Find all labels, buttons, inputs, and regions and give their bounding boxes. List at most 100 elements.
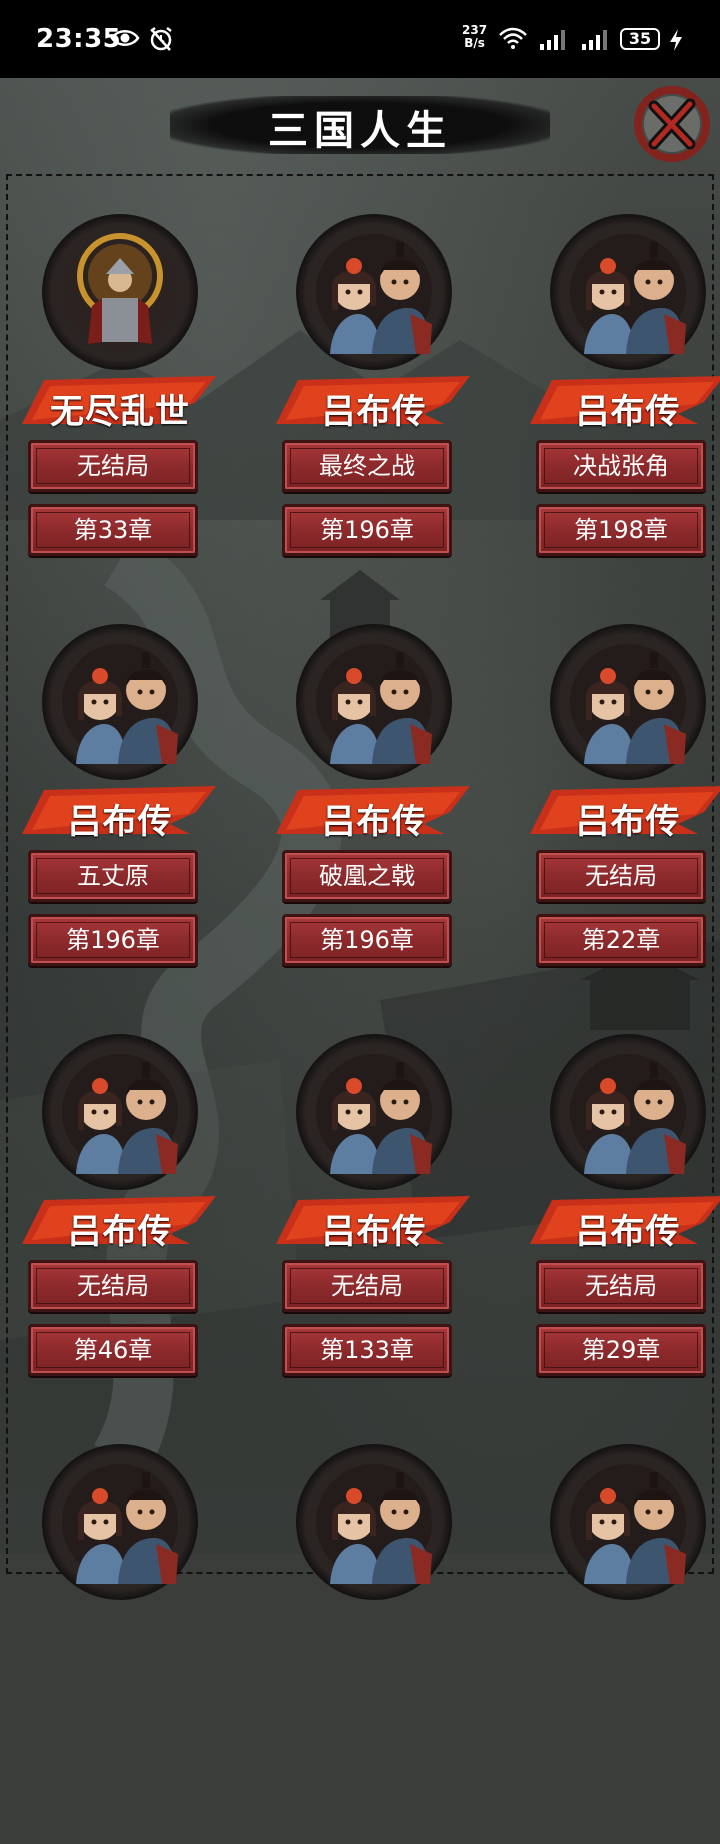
ending-label: 决战张角	[573, 452, 669, 480]
chapter-label: 第133章	[320, 1336, 414, 1364]
chapter-button[interactable]: 第196章	[28, 914, 198, 966]
ending-button[interactable]: 破凰之戟	[282, 850, 452, 902]
chapter-label: 第33章	[73, 516, 153, 544]
armored-general-portrait-icon	[62, 233, 178, 350]
header: 三国人生	[0, 78, 720, 168]
story-title-banner: 吕布传	[274, 1194, 474, 1252]
chapter-label: 第46章	[73, 1336, 153, 1364]
character-portrait	[296, 624, 452, 780]
wifi-icon	[499, 27, 527, 49]
page-title: 三国人生	[268, 108, 452, 154]
story-card[interactable]: 吕布传五丈原第196章	[20, 624, 220, 1024]
battery-level: 35	[620, 28, 660, 50]
ending-button[interactable]: 无结局	[28, 1260, 198, 1312]
ending-button[interactable]: 无结局	[536, 1260, 706, 1312]
chapter-button[interactable]: 第29章	[536, 1324, 706, 1376]
story-title: 吕布传	[321, 802, 427, 842]
couple-portrait-icon	[570, 644, 686, 764]
couple-portrait-icon	[570, 234, 686, 354]
close-button[interactable]	[624, 82, 716, 164]
ending-button[interactable]: 无结局	[282, 1260, 452, 1312]
chapter-button[interactable]: 第196章	[282, 914, 452, 966]
status-bar: 23:35 237 B/s 35	[0, 0, 720, 78]
ending-button[interactable]: 决战张角	[536, 440, 706, 492]
story-title-banner: 无尽乱世	[20, 374, 220, 432]
couple-portrait-icon	[62, 1054, 178, 1174]
character-portrait	[550, 624, 706, 780]
character-portrait	[550, 1034, 706, 1190]
character-portrait	[42, 1034, 198, 1190]
ending-button[interactable]: 五丈原	[28, 850, 198, 902]
signal-icon-2	[582, 30, 607, 50]
chapter-button[interactable]: 第22章	[536, 914, 706, 966]
story-title-banner: 吕布传	[274, 784, 474, 842]
character-portrait	[296, 1034, 452, 1190]
story-card[interactable]: 吕布传最终之战第196章	[274, 214, 474, 614]
story-grid: 无尽乱世 无结局 第33章 吕布传 最终之战 第196章 吕布传 决战张角 第198章 吕布传 五丈…	[6, 174, 720, 1600]
story-card[interactable]: 吕布传无结局第46章	[20, 1034, 220, 1434]
network-speed: 237 B/s	[462, 24, 487, 50]
chapter-label: 第196章	[320, 516, 414, 544]
chapter-button[interactable]: 第33章	[28, 504, 198, 556]
ending-label: 最终之战	[319, 452, 415, 480]
story-title-banner: 吕布传	[528, 374, 720, 432]
ending-button[interactable]: 无结局	[536, 850, 706, 902]
couple-portrait-icon	[62, 644, 178, 764]
story-card[interactable]	[274, 1444, 474, 1844]
ending-label: 无结局	[585, 1272, 657, 1300]
network-speed-unit: B/s	[464, 36, 485, 50]
story-title: 吕布传	[575, 1212, 681, 1252]
chapter-button[interactable]: 第196章	[282, 504, 452, 556]
signal-icon	[540, 30, 565, 50]
couple-portrait-icon	[570, 1464, 686, 1584]
story-title: 吕布传	[67, 802, 173, 842]
chapter-label: 第196章	[320, 926, 414, 954]
couple-portrait-icon	[316, 1054, 432, 1174]
couple-portrait-icon	[316, 234, 432, 354]
story-card[interactable]: 吕布传无结局第133章	[274, 1034, 474, 1434]
chapter-button[interactable]: 第46章	[28, 1324, 198, 1376]
story-title: 吕布传	[321, 392, 427, 432]
couple-portrait-icon	[62, 1464, 178, 1584]
chapter-label: 第22章	[581, 926, 661, 954]
couple-portrait-icon	[316, 644, 432, 764]
ending-button[interactable]: 最终之战	[282, 440, 452, 492]
character-portrait	[42, 1444, 198, 1600]
character-portrait	[550, 1444, 706, 1600]
story-card[interactable]: 无尽乱世无结局第33章	[20, 214, 220, 614]
ending-label: 无结局	[77, 1272, 149, 1300]
story-title-banner: 吕布传	[274, 374, 474, 432]
character-portrait	[42, 214, 198, 370]
couple-portrait-icon	[570, 1054, 686, 1174]
story-title-banner: 吕布传	[528, 1194, 720, 1252]
chapter-label: 第29章	[581, 1336, 661, 1364]
story-title: 吕布传	[321, 1212, 427, 1252]
alarm-off-icon	[150, 27, 172, 51]
ending-label: 五丈原	[77, 862, 149, 890]
ending-label: 破凰之戟	[319, 862, 415, 890]
character-portrait	[42, 624, 198, 780]
story-card[interactable]: 吕布传无结局第22章	[528, 624, 720, 1024]
couple-portrait-icon	[316, 1464, 432, 1584]
story-title: 无尽乱世	[50, 392, 190, 432]
story-title: 吕布传	[575, 392, 681, 432]
ending-button[interactable]: 无结局	[28, 440, 198, 492]
story-title-banner: 吕布传	[20, 784, 220, 842]
chapter-label: 第196章	[66, 926, 160, 954]
character-portrait	[550, 214, 706, 370]
story-card[interactable]: 吕布传无结局第29章	[528, 1034, 720, 1434]
status-time: 23:35	[36, 24, 122, 54]
chapter-button[interactable]: 第198章	[536, 504, 706, 556]
story-card[interactable]	[528, 1444, 720, 1844]
story-card[interactable]: 吕布传决战张角第198章	[528, 214, 720, 614]
chapter-button[interactable]: 第133章	[282, 1324, 452, 1376]
ending-label: 无结局	[585, 862, 657, 890]
character-portrait	[296, 214, 452, 370]
story-title-banner: 吕布传	[20, 1194, 220, 1252]
charging-icon	[670, 29, 682, 51]
story-card[interactable]: 吕布传破凰之戟第196章	[274, 624, 474, 1024]
character-portrait	[296, 1444, 452, 1600]
story-title: 吕布传	[575, 802, 681, 842]
story-title: 吕布传	[67, 1212, 173, 1252]
story-card[interactable]	[20, 1444, 220, 1844]
